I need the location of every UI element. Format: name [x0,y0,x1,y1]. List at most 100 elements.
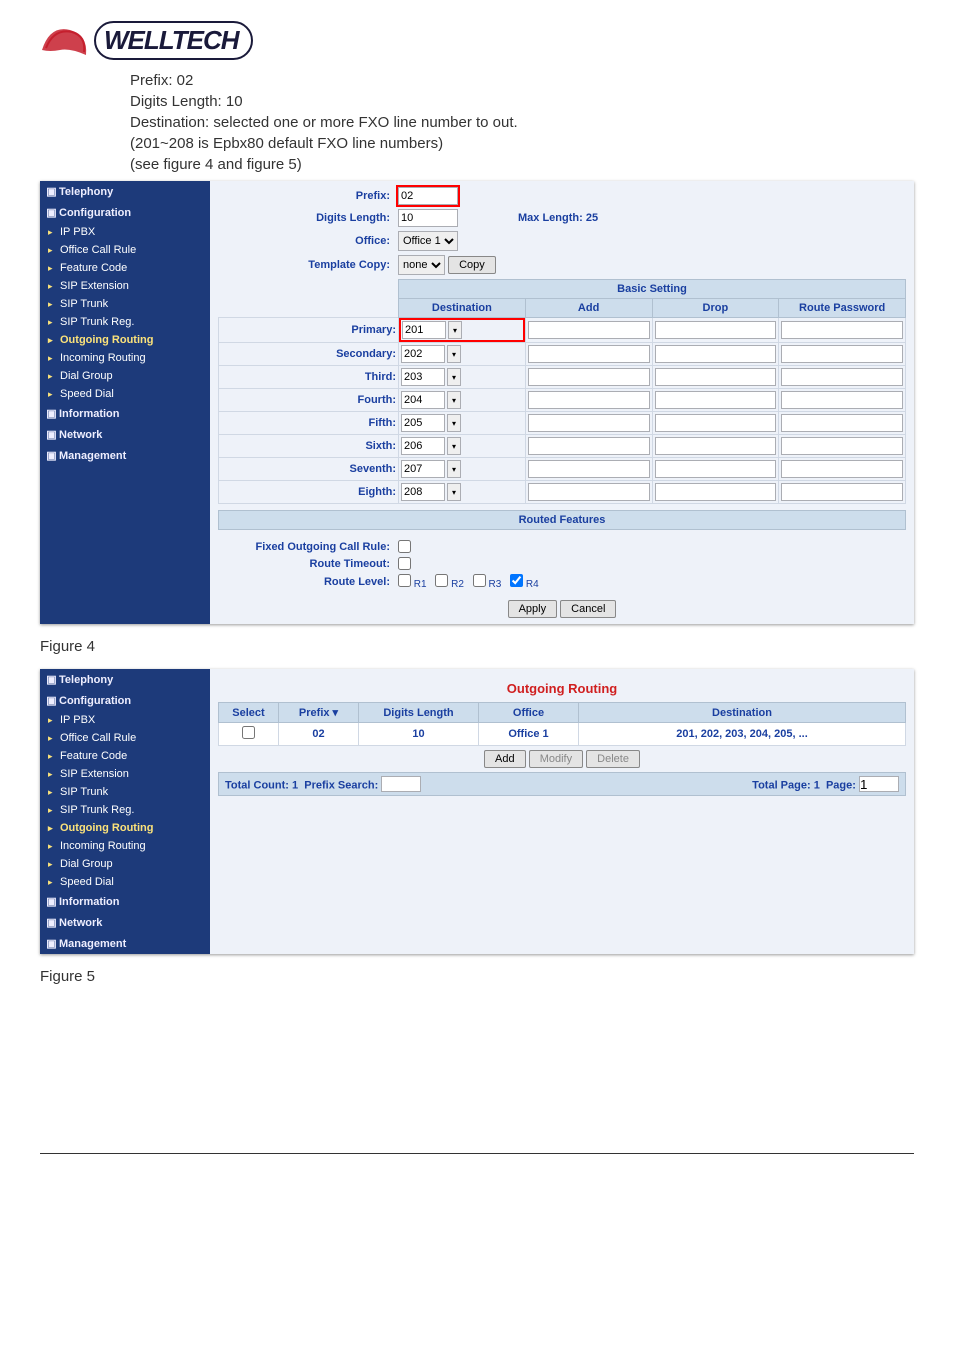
page-input[interactable] [859,776,899,792]
sidebar-section-network[interactable]: ▣Network [40,424,210,445]
sidebar-section-network[interactable]: ▣Network [40,912,210,933]
route-password-input[interactable] [781,345,903,363]
sidebar-item-dial-group[interactable]: ▸Dial Group [40,855,210,873]
destination-input[interactable] [401,483,445,501]
drop-input[interactable] [655,368,777,386]
destination-input[interactable] [401,437,445,455]
sidebar-item-sip-trunk[interactable]: ▸SIP Trunk [40,295,210,313]
sidebar-item-speed-dial[interactable]: ▸Speed Dial [40,873,210,891]
drop-input[interactable] [655,321,777,339]
route-password-input[interactable] [781,483,903,501]
sidebar-section-configuration[interactable]: ▣Configuration [40,202,210,223]
drop-input[interactable] [655,414,777,432]
sidebar-section-telephony[interactable]: ▣Telephony [40,181,210,202]
col-digits-length[interactable]: Digits Length [359,703,479,723]
route-password-input[interactable] [781,368,903,386]
apply-button[interactable]: Apply [508,600,558,618]
col-select[interactable]: Select [219,703,279,723]
destination-input[interactable] [401,414,445,432]
sidebar-item-incoming-routing[interactable]: ▸Incoming Routing [40,837,210,855]
chevron-down-icon[interactable]: ▾ [447,368,461,386]
sidebar-item-outgoing-routing[interactable]: ▸Outgoing Routing [40,331,210,349]
col-prefix[interactable]: Prefix ▾ [279,703,359,723]
route-level-r4[interactable]: R4 [510,579,539,590]
cancel-button[interactable]: Cancel [560,600,616,618]
r1-checkbox[interactable] [398,574,411,587]
chevron-down-icon[interactable]: ▾ [447,460,461,478]
route-password-input[interactable] [781,321,903,339]
col-destination[interactable]: Destination [579,703,906,723]
chevron-down-icon[interactable]: ▾ [447,391,461,409]
route-level-r3[interactable]: R3 [473,579,502,590]
chevron-down-icon[interactable]: ▾ [447,437,461,455]
chevron-down-icon[interactable]: ▾ [447,414,461,432]
destination-input[interactable] [401,345,445,363]
prefix-input[interactable] [398,187,458,205]
sidebar-item-incoming-routing[interactable]: ▸Incoming Routing [40,349,210,367]
template-copy-select[interactable]: none [398,255,445,275]
route-timeout-checkbox[interactable] [398,557,411,570]
r3-checkbox[interactable] [473,574,486,587]
add-input[interactable] [528,345,650,363]
add-input[interactable] [528,483,650,501]
route-level-r2[interactable]: R2 [435,579,464,590]
sidebar-item-ip-pbx[interactable]: ▸IP PBX [40,223,210,241]
chevron-down-icon[interactable]: ▾ [447,483,461,501]
sidebar-item-sip-trunk[interactable]: ▸SIP Trunk [40,783,210,801]
sidebar-section-management[interactable]: ▣Management [40,445,210,466]
drop-input[interactable] [655,345,777,363]
add-input[interactable] [528,368,650,386]
sidebar-item-feature-code[interactable]: ▸Feature Code [40,747,210,765]
route-password-input[interactable] [781,391,903,409]
row-label: Eighth: [219,481,399,504]
r2-checkbox[interactable] [435,574,448,587]
sidebar-item-ip-pbx[interactable]: ▸IP PBX [40,711,210,729]
add-input[interactable] [528,460,650,478]
add-input[interactable] [528,437,650,455]
r4-checkbox[interactable] [510,574,523,587]
copy-button[interactable]: Copy [448,256,496,274]
office-select[interactable]: Office 1 [398,231,458,251]
sidebar-section-information[interactable]: ▣Information [40,891,210,912]
sidebar-section-telephony[interactable]: ▣Telephony [40,669,210,690]
add-input[interactable] [528,321,650,339]
delete-button[interactable]: Delete [586,750,640,768]
add-button[interactable]: Add [484,750,526,768]
drop-input[interactable] [655,391,777,409]
sidebar-section-management[interactable]: ▣Management [40,933,210,954]
table-row[interactable]: 02 10 Office 1 201, 202, 203, 204, 205, … [219,723,906,746]
sidebar-item-speed-dial[interactable]: ▸Speed Dial [40,385,210,403]
modify-button[interactable]: Modify [529,750,583,768]
sidebar-item-office-call-rule[interactable]: ▸Office Call Rule [40,241,210,259]
sidebar-item-outgoing-routing[interactable]: ▸Outgoing Routing [40,819,210,837]
drop-input[interactable] [655,483,777,501]
sidebar-item-office-call-rule[interactable]: ▸Office Call Rule [40,729,210,747]
add-input[interactable] [528,414,650,432]
prefix-search-input[interactable] [381,776,421,792]
destination-input[interactable] [401,368,445,386]
sidebar-section-configuration[interactable]: ▣Configuration [40,690,210,711]
sidebar-item-sip-extension[interactable]: ▸SIP Extension [40,765,210,783]
route-password-input[interactable] [781,437,903,455]
sidebar-item-sip-trunk-reg[interactable]: ▸SIP Trunk Reg. [40,313,210,331]
chevron-down-icon[interactable]: ▾ [447,345,461,363]
sidebar-item-dial-group[interactable]: ▸Dial Group [40,367,210,385]
row-select-checkbox[interactable] [242,726,255,739]
sidebar-item-feature-code[interactable]: ▸Feature Code [40,259,210,277]
sidebar-item-sip-extension[interactable]: ▸SIP Extension [40,277,210,295]
destination-input[interactable] [401,460,445,478]
col-office[interactable]: Office [479,703,579,723]
fixed-outgoing-checkbox[interactable] [398,540,411,553]
add-input[interactable] [528,391,650,409]
route-password-input[interactable] [781,414,903,432]
sidebar-section-information[interactable]: ▣Information [40,403,210,424]
chevron-down-icon[interactable]: ▾ [448,321,462,339]
destination-input[interactable] [402,321,446,339]
destination-input[interactable] [401,391,445,409]
digits-length-input[interactable] [398,209,458,227]
route-password-input[interactable] [781,460,903,478]
route-level-r1[interactable]: R1 [398,579,427,590]
drop-input[interactable] [655,460,777,478]
drop-input[interactable] [655,437,777,455]
sidebar-item-sip-trunk-reg[interactable]: ▸SIP Trunk Reg. [40,801,210,819]
